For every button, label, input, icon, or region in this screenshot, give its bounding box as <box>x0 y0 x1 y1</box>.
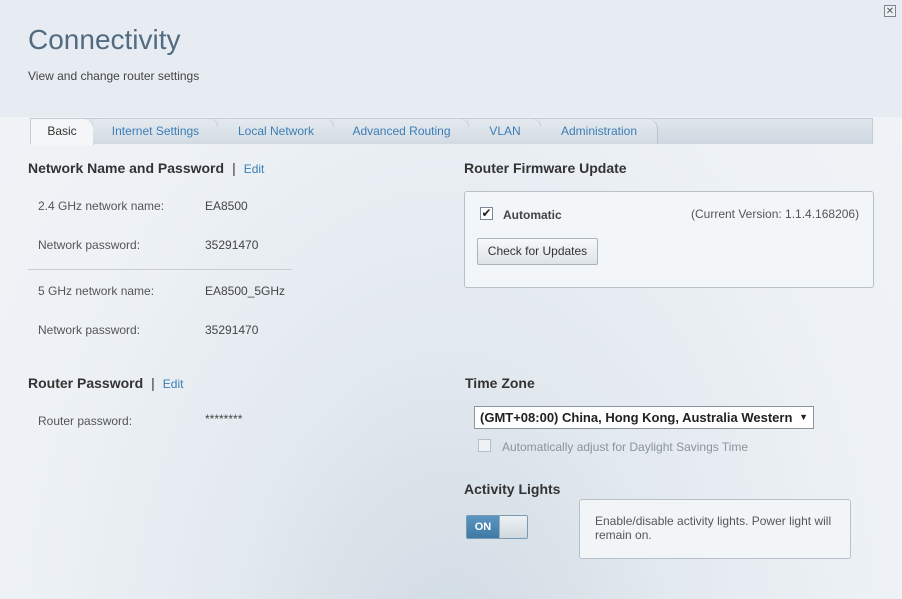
router-password-separator: | <box>151 375 155 391</box>
network-title-separator: | <box>232 160 236 176</box>
activity-lights-toggle[interactable]: ON <box>466 515 528 539</box>
chevron-down-icon: ▼ <box>799 412 808 422</box>
network-5ghz-name-value: EA8500_5GHz <box>205 284 286 298</box>
tab-local-network[interactable]: Local Network <box>218 119 335 144</box>
network-24ghz-password-value: 35291470 <box>205 238 259 252</box>
tab-advanced-routing[interactable]: Advanced Routing <box>334 119 470 144</box>
network-24ghz-name-value: EA8500 <box>205 199 248 213</box>
tab-bar: Basic Internet Settings Local Network Ad… <box>30 118 873 145</box>
router-password-section-title: Router Password | Edit <box>28 375 183 391</box>
router-password-label: Router password: <box>38 414 133 428</box>
activity-lights-section-title: Activity Lights <box>464 481 561 497</box>
page-subtitle: View and change router settings <box>28 69 200 83</box>
network-title-text: Network Name and Password <box>28 160 225 176</box>
tab-administration[interactable]: Administration <box>541 119 658 144</box>
page-title: Connectivity <box>28 24 181 55</box>
router-password-value: ******** <box>205 412 243 426</box>
current-version-text: (Current Version: 1.1.4.168206) <box>691 207 860 221</box>
network-5ghz-password-label: Network password: <box>38 323 141 337</box>
activity-lights-info: Enable/disable activity lights. Power li… <box>579 499 851 559</box>
network-section-title: Network Name and Password | Edit <box>28 160 264 176</box>
close-icon[interactable]: ✕ <box>884 5 896 17</box>
network-edit-link[interactable]: Edit <box>244 162 265 176</box>
network-5ghz-password-value: 35291470 <box>205 323 259 337</box>
timezone-selected-value: (GMT+08:00) China, Hong Kong, Australia … <box>480 410 793 425</box>
automatic-update-label: Automatic <box>503 208 562 222</box>
network-24ghz-password-label: Network password: <box>38 238 141 252</box>
automatic-update-checkbox[interactable]: ✔ <box>480 207 493 220</box>
timezone-section-title: Time Zone <box>465 375 535 391</box>
network-5ghz-name-label: 5 GHz network name: <box>38 284 155 298</box>
network-divider <box>28 269 292 270</box>
page-header: Connectivity View and change router sett… <box>0 0 902 117</box>
toggle-on-label: ON <box>467 516 499 538</box>
dst-label: Automatically adjust for Daylight Saving… <box>502 440 749 454</box>
tab-basic[interactable]: Basic <box>31 119 94 145</box>
tab-internet-settings[interactable]: Internet Settings <box>93 119 219 144</box>
toggle-knob <box>499 516 527 538</box>
router-password-edit-link[interactable]: Edit <box>163 377 184 391</box>
tab-vlan[interactable]: VLAN <box>469 119 542 144</box>
timezone-select[interactable]: (GMT+08:00) China, Hong Kong, Australia … <box>474 406 814 429</box>
network-24ghz-name-label: 2.4 GHz network name: <box>38 199 165 213</box>
router-password-title-text: Router Password <box>28 375 144 391</box>
check-for-updates-button[interactable]: Check for Updates <box>477 238 598 265</box>
firmware-section-title: Router Firmware Update <box>464 160 627 176</box>
dst-checkbox[interactable] <box>478 439 491 452</box>
